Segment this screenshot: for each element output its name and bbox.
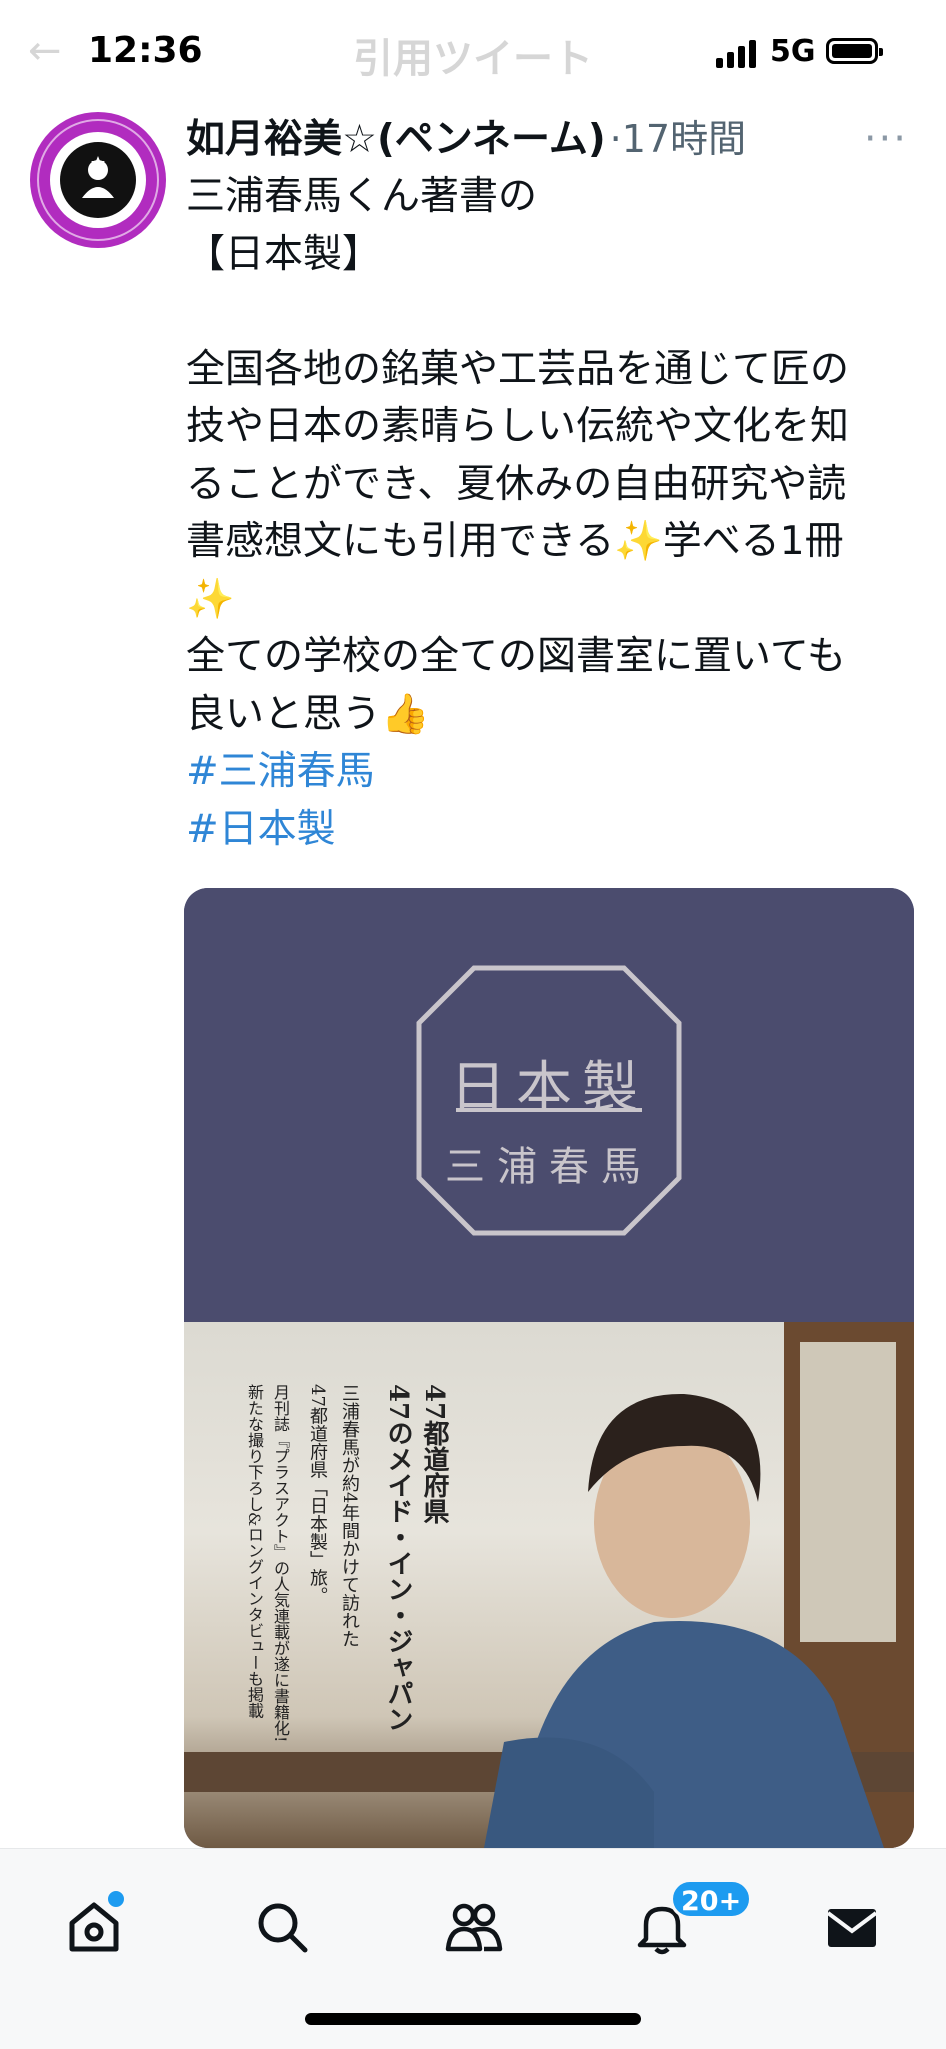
book-cover-photo: 47都道府県 47のメイド・イン・ジャパン 三浦春馬が約4年間かけて訪れた 47…	[184, 1322, 914, 1848]
tweet-line: 全ての学校の全ての図書室に置いても	[186, 634, 846, 679]
cover-text: 47のメイド・イン・ジャパン	[383, 1384, 413, 1733]
tab-communities[interactable]	[432, 1887, 512, 1967]
tweet-line: 書感想文にも引用できる✨学べる1冊	[186, 519, 844, 564]
signal-bars-icon	[716, 38, 760, 68]
tweet-line: 技や日本の素晴らしい伝統や文化を知	[186, 404, 850, 449]
more-dots-icon[interactable]: ···	[864, 116, 908, 162]
book-title: 日本製	[450, 1056, 648, 1121]
book-cover-top: 日本製 三浦春馬	[184, 888, 914, 1322]
status-bar: ← 引用ツイート 12:36 5G	[0, 0, 946, 110]
tab-messages[interactable]	[812, 1887, 892, 1967]
cover-text: 三浦春馬が約4年間かけて訪れた	[339, 1384, 360, 1648]
cover-text: 月刊誌『プラスアクト』の人気連載が遂に書籍化!	[271, 1384, 290, 1743]
hashtag-link[interactable]: #日本製	[186, 801, 926, 859]
tab-search[interactable]	[242, 1887, 322, 1967]
cover-text: 47都道府県	[419, 1384, 449, 1525]
home-notification-dot	[106, 1889, 126, 1909]
cover-text: 47都道府県「日本製」旅。	[307, 1384, 328, 1605]
tab-home[interactable]	[54, 1887, 134, 1967]
tweet-line: ることができ、夏休みの自由研究や読	[186, 461, 847, 507]
author-name[interactable]: 如月裕美☆(ペンネーム)	[186, 117, 606, 162]
avatar-ring-icon	[37, 119, 159, 241]
tweet-line	[186, 283, 926, 341]
tweet-line: 三浦春馬くん著書の	[186, 174, 538, 219]
search-icon	[258, 1903, 308, 1953]
battery-icon	[826, 38, 883, 64]
cover-text: 新たな撮り下ろし&ロングインタビューも掲載	[245, 1384, 264, 1719]
avatar[interactable]	[30, 112, 166, 248]
tweet-line: ✨	[186, 576, 235, 622]
home-indicator	[305, 2013, 641, 2025]
tab-notifications[interactable]: 20+	[622, 1879, 753, 1967]
tweet-line: 【日本製】	[186, 231, 382, 277]
people-icon	[445, 1903, 503, 1952]
hashtag-link[interactable]: #三浦春馬	[186, 743, 926, 801]
tweet-time: ·17時間	[609, 117, 747, 161]
tweet-media-image[interactable]: 日本製 三浦春馬 47都道府県 47のメイド・イン・ジャパン 三浦春馬が約4年間…	[184, 888, 914, 1848]
book-author: 三浦春馬	[445, 1144, 653, 1190]
tweet-line: 全国各地の銘菓や工芸品を通じて匠の	[186, 346, 850, 392]
tweet-text: 三浦春馬くん著書の 【日本製】 全国各地の銘菓や工芸品を通じて匠の 技や日本の素…	[186, 168, 926, 858]
mail-icon	[826, 1909, 878, 1947]
portrait-photo-icon	[184, 1322, 914, 1848]
tweet-line: 良いと思う👍	[186, 691, 430, 737]
network-type: 5G	[770, 34, 816, 69]
tweet-header: 如月裕美☆(ペンネーム) ·17時間 ···	[186, 108, 926, 162]
notification-badge: 20+	[670, 1879, 753, 1919]
status-time: 12:36	[88, 30, 203, 71]
